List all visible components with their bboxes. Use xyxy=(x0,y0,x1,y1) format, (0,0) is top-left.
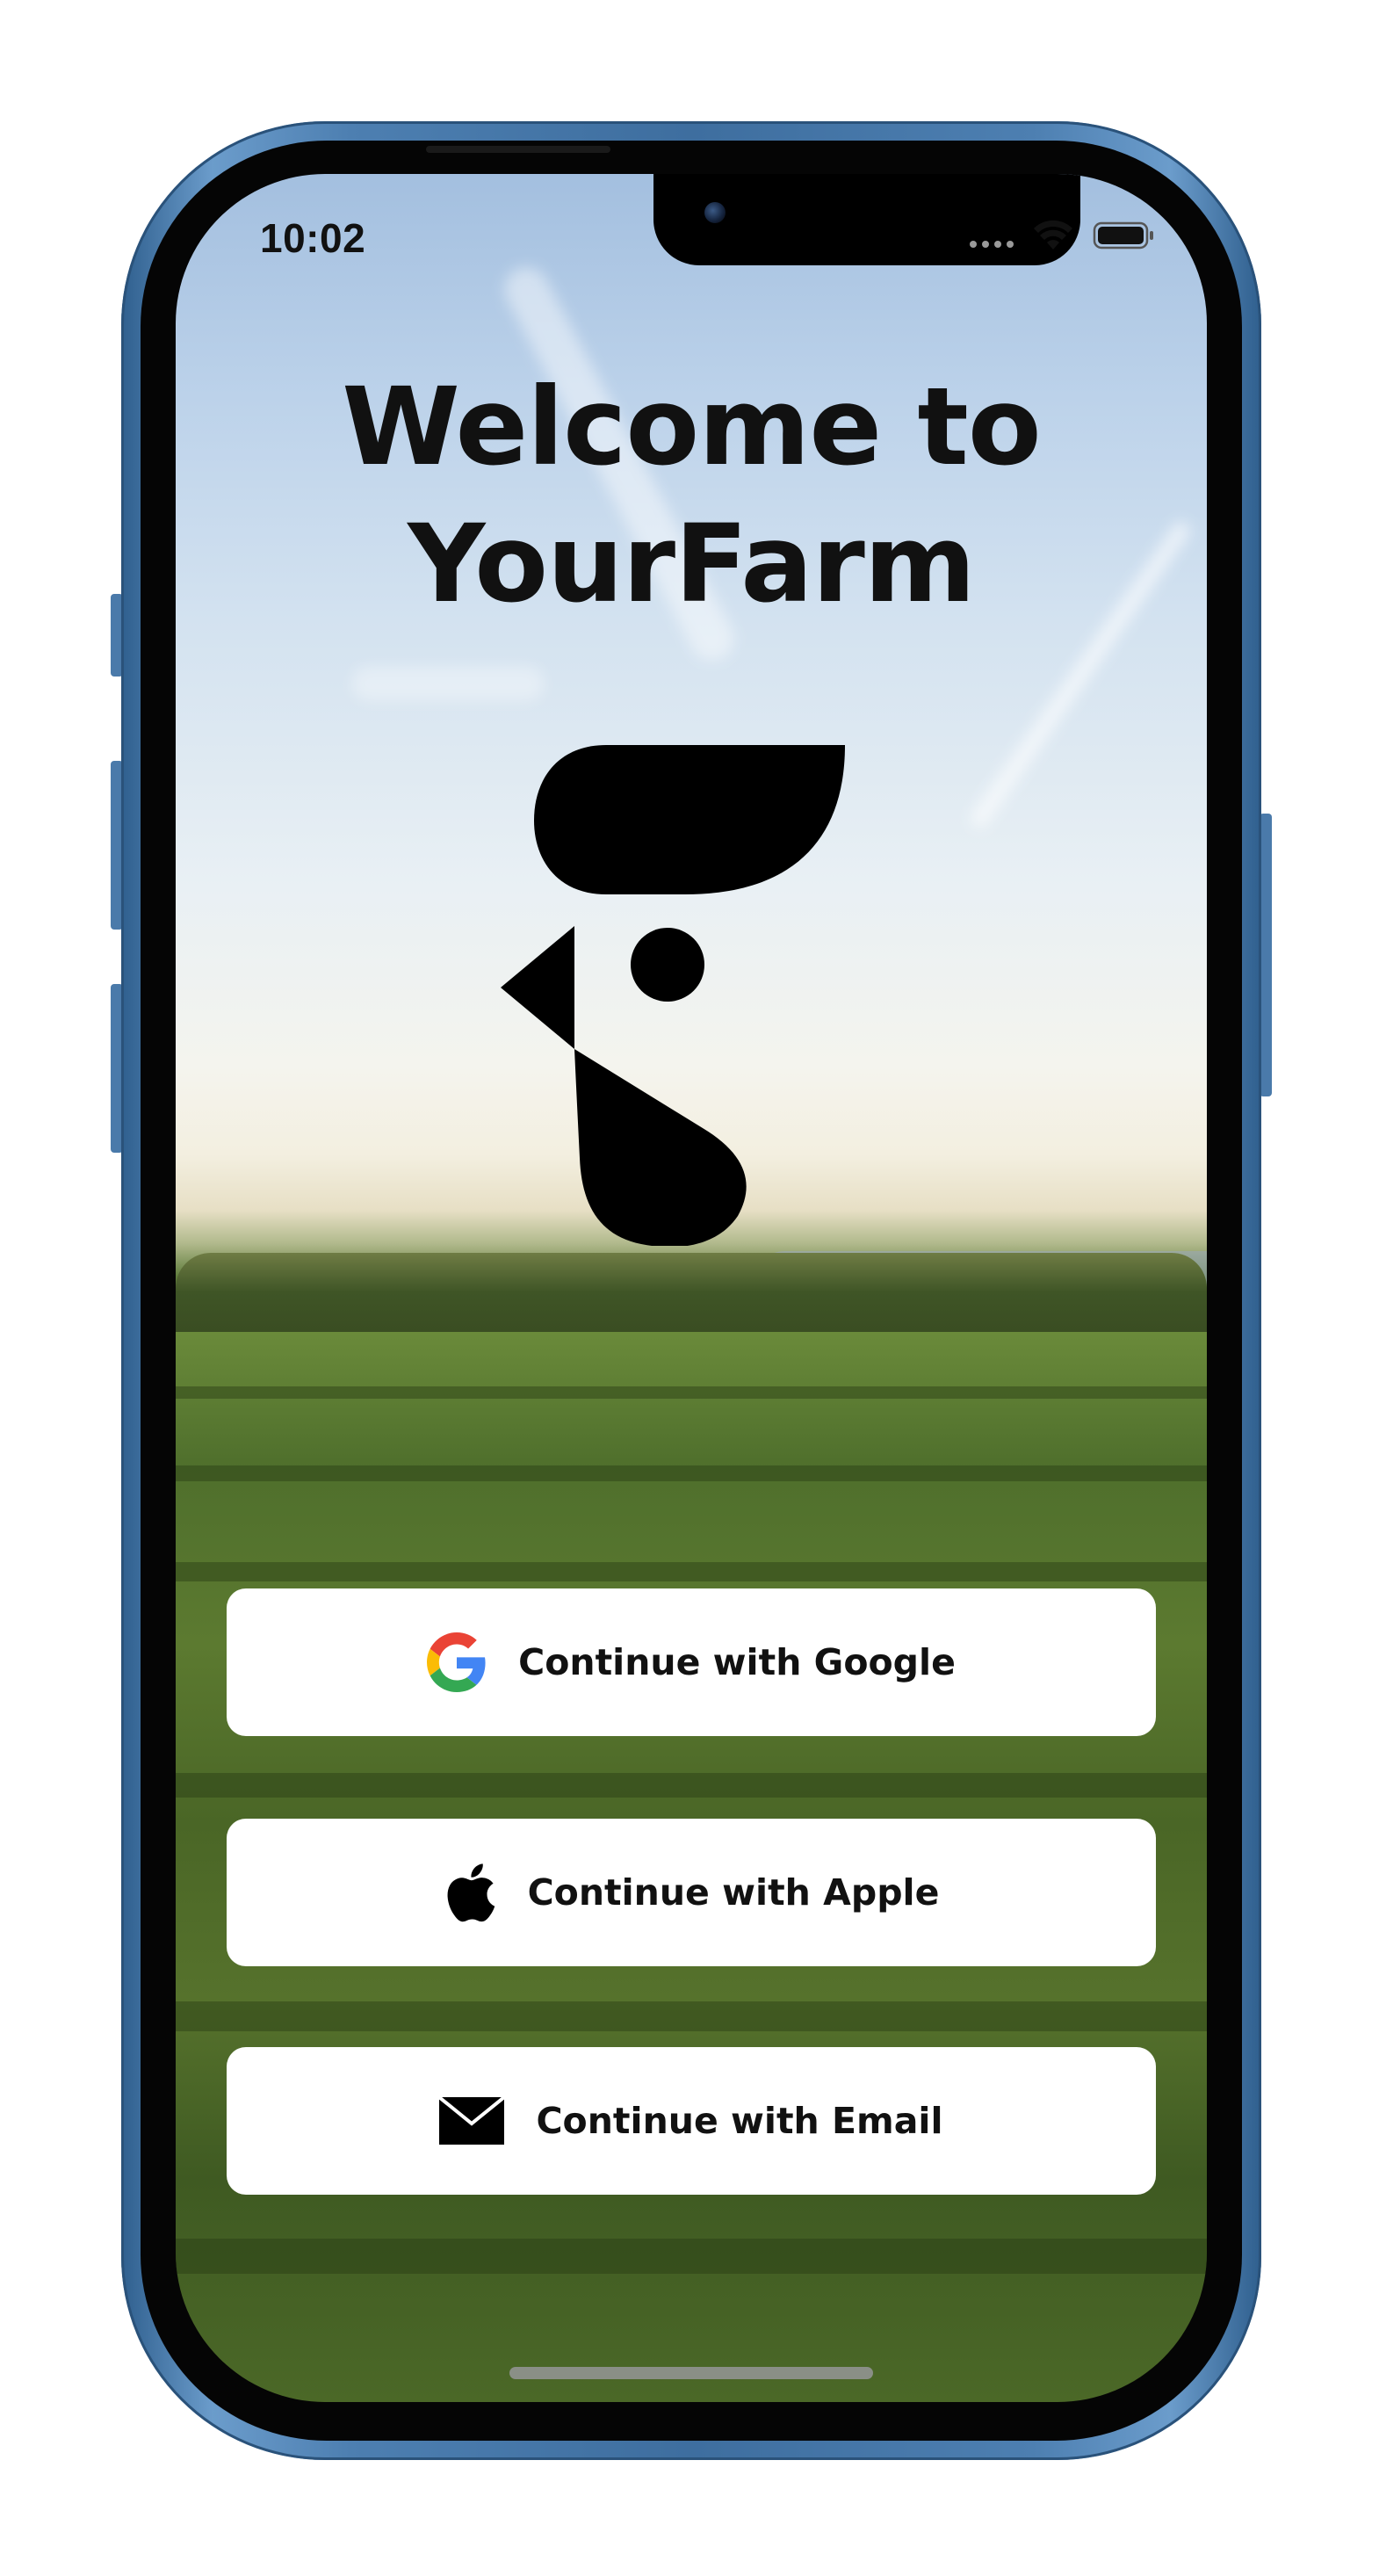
welcome-title: Welcome to YourFarm xyxy=(176,358,1207,633)
cloud-streak xyxy=(351,666,545,701)
field-row xyxy=(176,1386,1207,1399)
battery-icon xyxy=(1093,221,1153,250)
field-row xyxy=(176,2239,1207,2274)
field-row xyxy=(176,1773,1207,1798)
google-g-icon xyxy=(427,1632,487,1692)
status-time: 10:02 xyxy=(260,215,366,261)
apple-button-label: Continue with Apple xyxy=(527,1871,940,1914)
field-row xyxy=(176,2001,1207,2031)
continue-with-email-button[interactable]: Continue with Email xyxy=(227,2047,1156,2195)
cellular-dots-icon xyxy=(970,241,1014,248)
continue-with-apple-button[interactable]: Continue with Apple xyxy=(227,1819,1156,1966)
status-icons xyxy=(970,220,1156,251)
home-indicator[interactable] xyxy=(509,2367,873,2379)
email-button-label: Continue with Email xyxy=(536,2100,943,2142)
envelope-icon xyxy=(439,2097,505,2145)
field-row xyxy=(176,1465,1207,1481)
tree-line xyxy=(176,1253,1207,1332)
welcome-title-line1: Welcome to xyxy=(342,365,1041,489)
front-camera xyxy=(704,202,726,223)
welcome-title-line2: YourFarm xyxy=(408,502,976,626)
welcome-screen: 10:02 Welcome to YourFarm Continue with … xyxy=(176,174,1207,2402)
continue-with-google-button[interactable]: Continue with Google xyxy=(227,1588,1156,1736)
field-row xyxy=(176,1562,1207,1581)
google-button-label: Continue with Google xyxy=(518,1641,956,1683)
earpiece-speaker xyxy=(426,146,610,153)
power-button xyxy=(1260,814,1272,1096)
yourfarm-logo-icon xyxy=(501,745,845,1246)
apple-icon xyxy=(444,1861,496,1924)
wifi-icon xyxy=(1034,220,1072,250)
